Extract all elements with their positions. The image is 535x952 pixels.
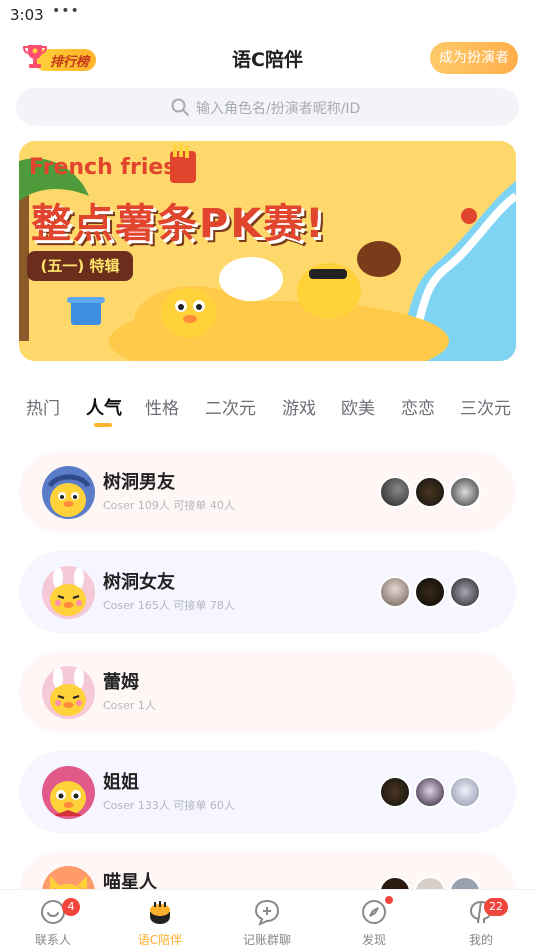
compass-icon	[362, 900, 386, 924]
coser-avatar	[449, 476, 481, 508]
coser-avatars	[379, 576, 489, 608]
active-tab-indicator	[94, 423, 112, 427]
become-actor-button[interactable]: 成为扮演者	[430, 42, 518, 74]
coser-avatar	[379, 576, 411, 608]
tabbar-group-chat[interactable]: 记账群聊	[222, 890, 312, 952]
role-stats: Coser 109人 可接单 40人	[103, 499, 235, 512]
category-tabs: 热门 人气 性格 二次元 游戏 欧美 恋恋 三次元	[0, 394, 535, 434]
me-badge: 22	[484, 898, 508, 916]
tab-game[interactable]: 游戏	[282, 394, 316, 419]
banner-title-en: French fries	[29, 155, 177, 180]
tab-anime[interactable]: 二次元	[205, 394, 256, 419]
coser-avatar	[379, 776, 411, 808]
role-name: 树洞女友	[103, 572, 175, 593]
app-header: 排行榜 语C陪伴 成为扮演者	[0, 36, 535, 80]
discover-dot	[385, 896, 393, 904]
avatar	[42, 766, 95, 819]
avatar	[42, 466, 95, 519]
search-bar[interactable]: 输入角色名/扮演者昵称/ID	[16, 88, 519, 126]
coser-avatars	[379, 476, 489, 508]
tabbar-me[interactable]: 22 我的	[436, 890, 526, 952]
tabbar-label: 我的	[468, 933, 493, 947]
coser-avatars	[379, 776, 489, 808]
companion-icon	[150, 901, 170, 924]
role-stats: Coser 1人	[103, 699, 156, 712]
chat-add-icon	[254, 899, 280, 926]
role-name: 蕾姆	[103, 672, 139, 693]
tabbar-label: 记账群聊	[242, 933, 291, 947]
coser-avatar	[414, 776, 446, 808]
status-bar: 3:03 •••	[0, 0, 535, 32]
role-card[interactable]: 蕾姆 Coser 1人	[19, 651, 516, 733]
role-name: 树洞男友	[103, 472, 175, 493]
coser-avatar	[414, 476, 446, 508]
tab-romance[interactable]: 恋恋	[401, 394, 435, 419]
tab-western[interactable]: 欧美	[341, 394, 375, 419]
role-stats: Coser 133人 可接单 60人	[103, 799, 235, 812]
role-card[interactable]: 树洞女友 Coser 165人 可接单 78人	[19, 551, 516, 633]
tabbar-discover[interactable]: 发现	[329, 890, 419, 952]
tabbar-label: 联系人	[34, 933, 71, 947]
coser-avatar	[414, 576, 446, 608]
tabbar-companion[interactable]: 语C陪伴	[115, 890, 205, 952]
status-more-icon: •••	[52, 3, 80, 19]
tab-real-person[interactable]: 三次元	[460, 394, 511, 419]
avatar	[42, 666, 95, 719]
bottom-tab-bar: 4 联系人 语C陪伴 记账群聊 发现 22 我的	[0, 889, 535, 952]
coser-avatar	[449, 776, 481, 808]
coser-avatar	[379, 476, 411, 508]
role-stats: Coser 165人 可接单 78人	[103, 599, 235, 612]
tabbar-label: 发现	[361, 933, 386, 947]
role-card[interactable]: 姐姐 Coser 133人 可接单 60人	[19, 751, 516, 833]
banner-title: 整点薯条PK赛!	[31, 201, 326, 247]
tabbar-label: 语C陪伴	[137, 933, 183, 947]
role-name: 姐姐	[103, 772, 139, 793]
search-placeholder: 输入角色名/扮演者昵称/ID	[196, 101, 361, 117]
contacts-badge: 4	[62, 898, 80, 916]
search-icon	[171, 98, 189, 116]
tab-hot[interactable]: 热门	[26, 394, 60, 419]
tab-popular[interactable]: 人气	[86, 394, 122, 420]
banner-subtitle: (五一) 特辑	[27, 251, 133, 281]
avatar	[42, 566, 95, 619]
status-time: 3:03	[10, 6, 44, 24]
coser-avatar	[449, 576, 481, 608]
promo-banner[interactable]: French fries 整点薯条PK赛! (五一) 特辑	[19, 141, 516, 361]
tab-personality[interactable]: 性格	[145, 394, 179, 419]
role-card[interactable]: 树洞男友 Coser 109人 可接单 40人	[19, 451, 516, 533]
tabbar-contacts[interactable]: 4 联系人	[8, 890, 98, 952]
